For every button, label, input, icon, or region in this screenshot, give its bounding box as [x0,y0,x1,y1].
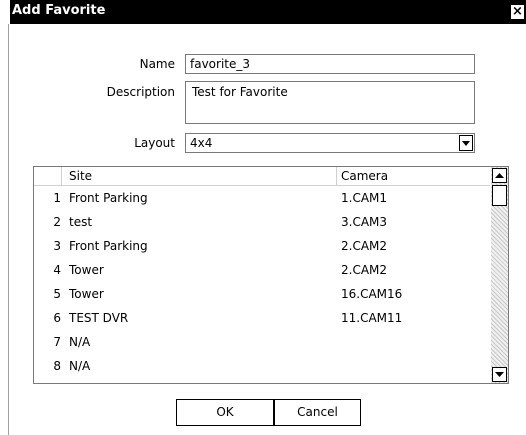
site-cell: N/A [69,335,91,349]
chevron-down-icon [462,141,470,146]
close-icon: × [512,4,523,19]
scroll-down-button[interactable] [492,367,507,382]
table-row[interactable]: 7 N/A [34,335,490,359]
table-header: Site Camera [34,167,490,186]
chevron-down-icon [495,372,504,377]
camera-cell: 1.CAM1 [341,191,388,205]
scroll-up-button[interactable] [492,168,507,183]
row-number: 7 [53,335,61,349]
name-field[interactable]: favorite_3 [185,54,475,74]
layout-select-value: 4x4 [190,136,213,150]
close-button[interactable]: × [511,5,524,19]
chevron-up-icon [495,173,504,178]
title-bar: Add Favorite × [10,0,526,24]
camera-cell: 3.CAM3 [341,215,388,229]
row-number: 3 [53,239,61,253]
layout-dropdown-button[interactable] [459,135,473,151]
camera-cell: 2.CAM2 [341,263,388,277]
table-row[interactable]: 1 Front Parking 1.CAM1 [34,191,490,215]
table-row[interactable]: 8 N/A [34,359,490,383]
site-cell: Front Parking [69,191,148,205]
layout-select[interactable]: 4x4 [185,133,475,153]
site-column-header[interactable]: Site [69,169,92,183]
description-field[interactable]: Test for Favorite [185,81,475,124]
favorites-table[interactable]: Site Camera 1 Front Parking 1.CAM1 2 tes… [33,166,509,384]
row-number: 4 [53,263,61,277]
row-number: 2 [53,215,61,229]
table-row[interactable]: 2 test 3.CAM3 [34,215,490,239]
site-cell: test [69,215,93,229]
window-title: Add Favorite [12,3,106,18]
table-row[interactable]: 6 TEST DVR 11.CAM11 [34,311,490,335]
camera-cell: 2.CAM2 [341,239,388,253]
table-row[interactable]: 3 Front Parking 2.CAM2 [34,239,490,263]
row-number: 6 [53,311,61,325]
scroll-thumb[interactable] [492,185,507,206]
ok-button[interactable]: OK [176,399,274,426]
row-number: 1 [53,191,61,205]
site-cell: Tower [69,287,104,301]
name-field-value: favorite_3 [190,57,251,71]
site-cell: N/A [69,359,91,373]
description-label: Description [106,85,175,99]
camera-cell: 16.CAM16 [341,287,403,301]
site-cell: TEST DVR [69,311,129,325]
row-number: 5 [53,287,61,301]
row-number: 8 [53,359,61,373]
cancel-button[interactable]: Cancel [274,399,361,426]
dialog-left-border [8,24,9,435]
table-row[interactable]: 5 Tower 16.CAM16 [34,287,490,311]
camera-cell: 11.CAM11 [341,311,403,325]
layout-label: Layout [134,136,175,150]
vertical-scrollbar[interactable] [491,167,508,383]
column-separator [61,167,62,185]
camera-column-header[interactable]: Camera [341,169,388,183]
description-field-value: Test for Favorite [192,85,288,99]
site-cell: Front Parking [69,239,148,253]
site-cell: Tower [69,263,104,277]
table-row[interactable]: 4 Tower 2.CAM2 [34,263,490,287]
column-separator [336,167,337,185]
name-label: Name [139,57,175,71]
